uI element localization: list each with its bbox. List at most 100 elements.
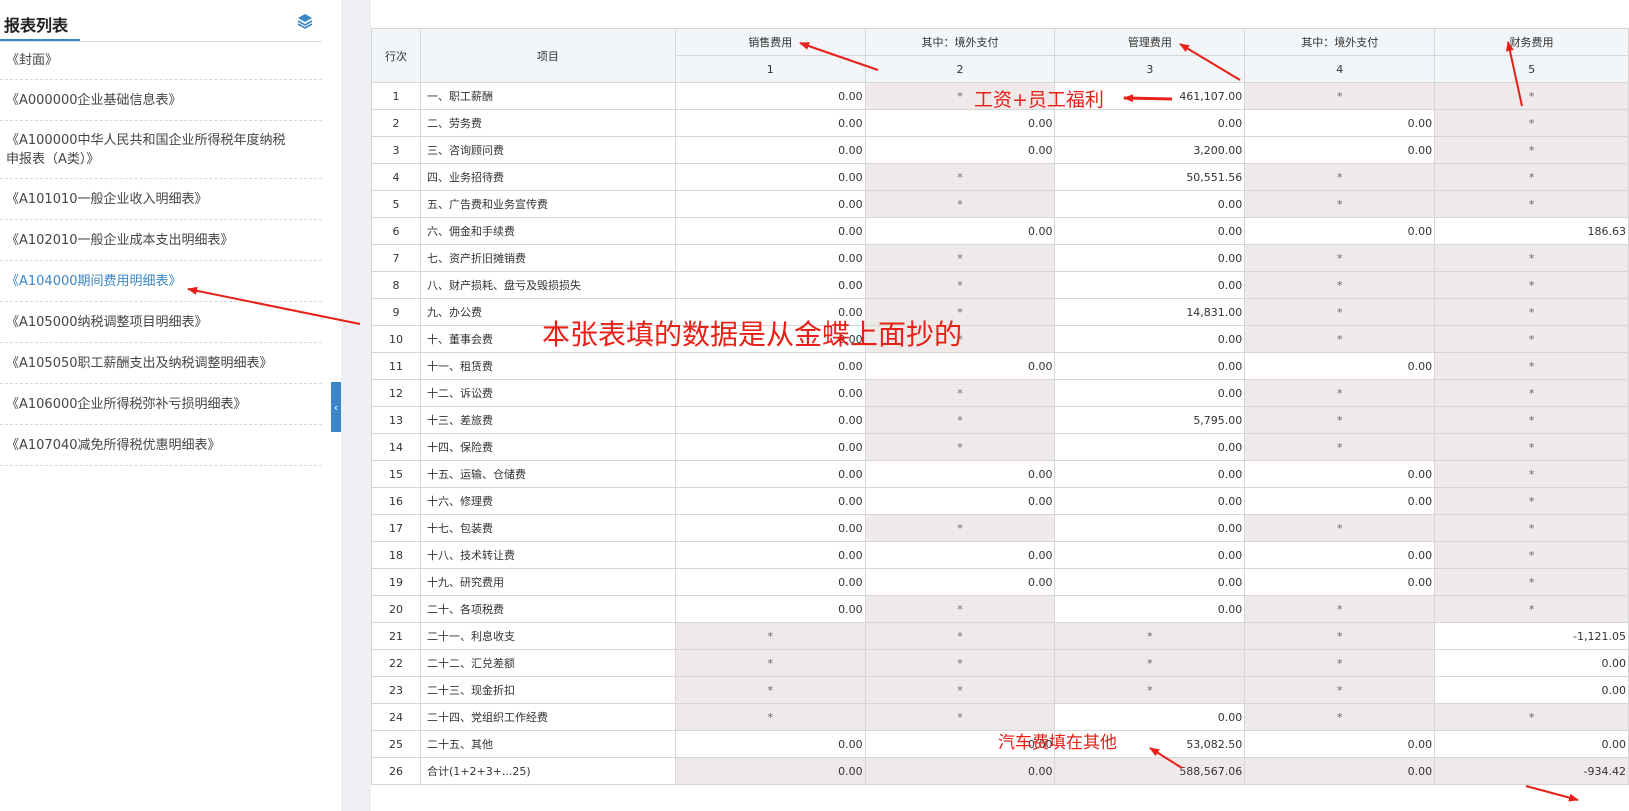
sales-expense-cell[interactable]: 0.00 (674, 82, 866, 110)
finance-expense-cell: * (1434, 379, 1629, 407)
finance-expense-cell: * (1434, 190, 1629, 218)
sales-expense-cell[interactable]: 0.00 (674, 568, 866, 596)
sales-overseas-cell[interactable]: 0.00 (864, 136, 1056, 164)
admin-expense-cell[interactable]: 0.00 (1054, 379, 1246, 407)
sidebar-report-item[interactable]: 《封面》 (0, 42, 322, 80)
row-item-label: 八、财产损耗、盘亏及毁损损失 (419, 271, 676, 299)
admin-expense-cell[interactable]: 0.00 (1054, 325, 1246, 353)
sales-overseas-cell: * (864, 406, 1056, 434)
sidebar-report-item[interactable]: 《A107040减免所得税优惠明细表》 (0, 425, 322, 466)
finance-expense-cell: * (1434, 703, 1629, 731)
sales-overseas-cell[interactable]: 0.00 (864, 460, 1056, 488)
sales-expense-cell: * (674, 622, 866, 650)
sidebar-report-item[interactable]: 《A104000期间费用明细表》 (0, 261, 322, 302)
row-number: 26 (371, 757, 421, 785)
sidebar-report-item[interactable]: 《A101010一般企业收入明细表》 (0, 179, 322, 220)
admin-expense-cell[interactable]: 0.00 (1054, 244, 1246, 272)
admin-overseas-cell[interactable]: 0.00 (1244, 541, 1436, 569)
row-number: 15 (371, 460, 421, 488)
admin-expense-cell: * (1054, 622, 1246, 650)
sales-overseas-cell[interactable]: 0.00 (864, 541, 1056, 569)
admin-overseas-cell[interactable]: 0.00 (1244, 568, 1436, 596)
admin-expense-cell[interactable]: 0.00 (1054, 217, 1246, 245)
sales-expense-cell[interactable]: 0.00 (674, 163, 866, 191)
header-sales-overseas: 其中：境外支付 (864, 28, 1056, 56)
sales-overseas-cell[interactable]: 0.00 (864, 352, 1056, 380)
sales-overseas-cell: * (864, 190, 1056, 218)
finance-expense-cell: * (1434, 487, 1629, 515)
sidebar-report-item[interactable]: 《A106000企业所得税弥补亏损明细表》 (0, 384, 322, 425)
admin-expense-cell[interactable]: 0.00 (1054, 460, 1246, 488)
row-item-label: 五、广告费和业务宣传费 (419, 190, 676, 218)
sidebar-report-item[interactable]: 《A100000中华人民共和国企业所得税年度纳税申报表（A类）》 (0, 121, 322, 179)
sales-expense-cell[interactable]: 0.00 (674, 352, 866, 380)
finance-expense-cell[interactable]: 0.00 (1434, 676, 1629, 704)
admin-overseas-cell[interactable]: 0.00 (1244, 109, 1436, 137)
row-number: 11 (371, 352, 421, 380)
admin-overseas-cell[interactable]: 0.00 (1244, 460, 1436, 488)
admin-overseas-cell[interactable]: 0.00 (1244, 136, 1436, 164)
sales-expense-cell[interactable]: 0.00 (674, 109, 866, 137)
admin-overseas-cell[interactable]: 0.00 (1244, 730, 1436, 758)
sidebar-report-item[interactable]: 《A000000企业基础信息表》 (0, 80, 322, 121)
sales-overseas-cell[interactable]: 0.00 (864, 487, 1056, 515)
admin-expense-cell[interactable]: 0.00 (1054, 271, 1246, 299)
collapse-sidebar-button[interactable]: ‹ (331, 382, 341, 432)
sidebar-report-item[interactable]: 《A105000纳税调整项目明细表》 (0, 302, 322, 343)
table-row: 8 八、财产损耗、盘亏及毁损损失 0.00 * 0.00 * * (371, 271, 1629, 299)
admin-expense-cell[interactable]: 0.00 (1054, 514, 1246, 542)
sales-expense-cell[interactable]: 0.00 (674, 514, 866, 542)
sales-expense-cell[interactable]: 0.00 (674, 460, 866, 488)
content-gutter (341, 0, 371, 811)
finance-expense-cell[interactable]: -1,121.05 (1434, 622, 1629, 650)
table-row: 13 十三、差旅费 0.00 * 5,795.00 * * (371, 406, 1629, 434)
row-number: 13 (371, 406, 421, 434)
admin-expense-cell[interactable]: 0.00 (1054, 541, 1246, 569)
sales-overseas-cell[interactable]: 0.00 (864, 109, 1056, 137)
admin-overseas-cell[interactable]: 0.00 (1244, 487, 1436, 515)
row-item-label: 六、佣金和手续费 (419, 217, 676, 245)
admin-expense-cell[interactable]: 0.00 (1054, 703, 1246, 731)
table-row: 11 十一、租赁费 0.00 0.00 0.00 0.00 * (371, 352, 1629, 380)
admin-expense-cell[interactable]: 3,200.00 (1054, 136, 1246, 164)
admin-expense-cell[interactable]: 0.00 (1054, 568, 1246, 596)
sales-expense-cell[interactable]: 0.00 (674, 271, 866, 299)
admin-overseas-cell: * (1244, 163, 1436, 191)
sales-overseas-cell[interactable]: 0.00 (864, 568, 1056, 596)
table-row: 21 二十一、利息收支 * * * * -1,121.05 (371, 622, 1629, 650)
sales-expense-cell[interactable]: 0.00 (674, 406, 866, 434)
row-item-label: 一、职工薪酬 (419, 82, 676, 110)
admin-expense-cell[interactable]: 0.00 (1054, 595, 1246, 623)
admin-overseas-cell[interactable]: 0.00 (1244, 352, 1436, 380)
admin-overseas-cell[interactable]: 0.00 (1244, 217, 1436, 245)
admin-expense-cell[interactable]: 50,551.56 (1054, 163, 1246, 191)
sales-expense-cell[interactable]: 0.00 (674, 487, 866, 515)
admin-expense-cell[interactable]: 0.00 (1054, 352, 1246, 380)
sales-expense-cell[interactable]: 0.00 (674, 595, 866, 623)
layers-icon[interactable] (296, 12, 314, 30)
finance-expense-cell: * (1434, 163, 1629, 191)
row-item-label: 十八、技术转让费 (419, 541, 676, 569)
sidebar-report-item[interactable]: 《A105050职工薪酬支出及纳税调整明细表》 (0, 343, 322, 384)
sales-expense-cell[interactable]: 0.00 (674, 244, 866, 272)
sales-expense-cell[interactable]: 0.00 (674, 136, 866, 164)
admin-expense-cell[interactable]: 0.00 (1054, 433, 1246, 461)
sales-expense-cell[interactable]: 0.00 (674, 541, 866, 569)
finance-expense-cell[interactable]: 0.00 (1434, 649, 1629, 677)
finance-expense-cell[interactable]: 0.00 (1434, 730, 1629, 758)
admin-expense-cell[interactable]: 5,795.00 (1054, 406, 1246, 434)
admin-expense-cell[interactable]: 14,831.00 (1054, 298, 1246, 326)
admin-expense-cell[interactable]: 0.00 (1054, 190, 1246, 218)
sales-expense-cell[interactable]: 0.00 (674, 217, 866, 245)
row-number: 10 (371, 325, 421, 353)
sales-expense-cell[interactable]: 0.00 (674, 379, 866, 407)
sales-expense-cell[interactable]: 0.00 (674, 433, 866, 461)
sidebar-report-item[interactable]: 《A102010一般企业成本支出明细表》 (0, 220, 322, 261)
sales-overseas-cell[interactable]: 0.00 (864, 217, 1056, 245)
sales-expense-cell[interactable]: 0.00 (674, 730, 866, 758)
admin-expense-cell[interactable]: 0.00 (1054, 109, 1246, 137)
finance-expense-cell[interactable]: 186.63 (1434, 217, 1629, 245)
admin-expense-cell[interactable]: 0.00 (1054, 487, 1246, 515)
report-content: 行次 项目 销售费用 其中：境外支付 管理费用 其中：境外支付 财务费用 1 2… (371, 0, 1629, 811)
sales-expense-cell[interactable]: 0.00 (674, 190, 866, 218)
